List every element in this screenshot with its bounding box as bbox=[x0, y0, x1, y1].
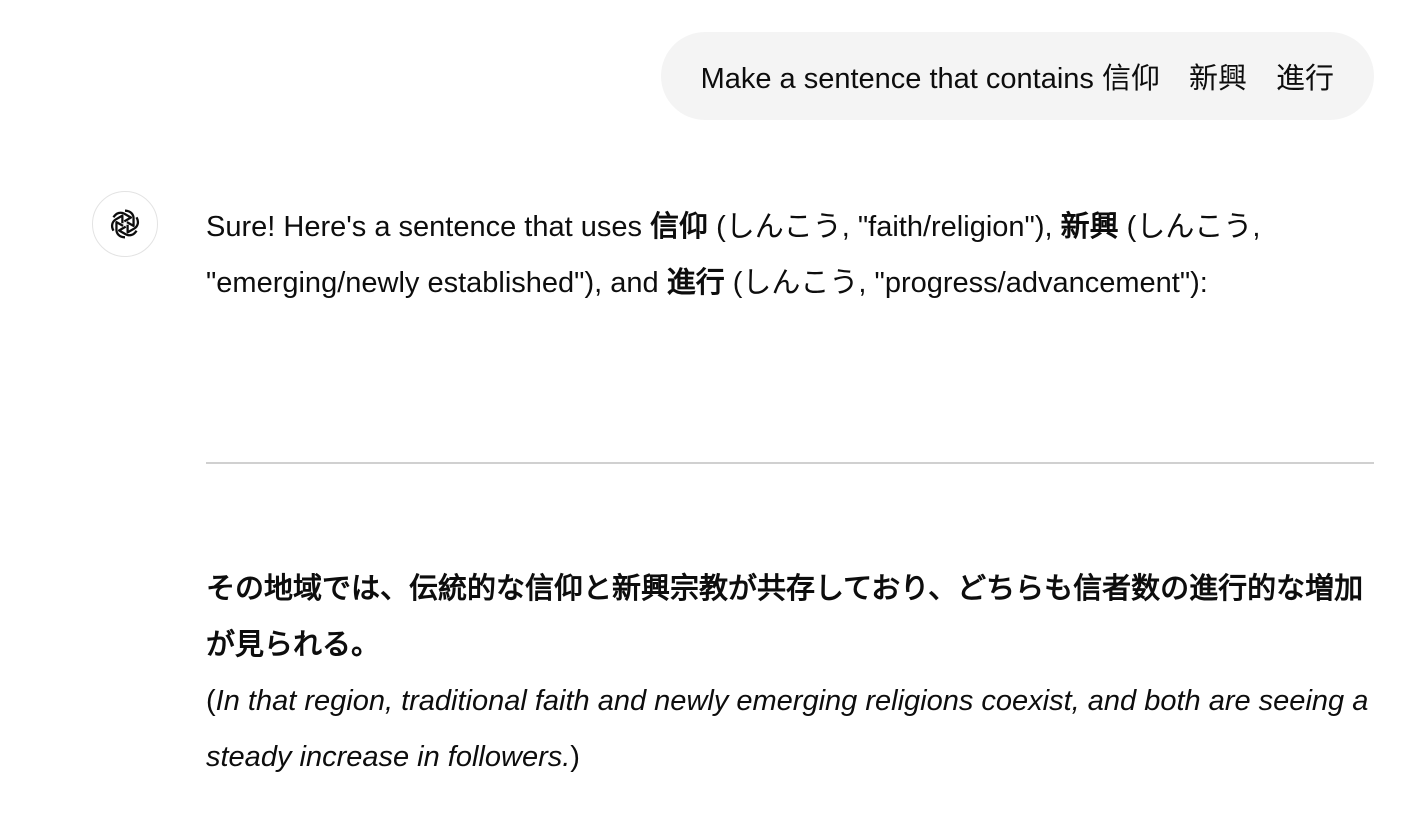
translation: (In that region, traditional faith and n… bbox=[206, 673, 1374, 785]
translation-open-paren: ( bbox=[206, 685, 216, 717]
intro-text: (しんこう, "faith/religion"), bbox=[708, 211, 1061, 243]
intro-word-shinkou-progress: 進行 bbox=[666, 267, 725, 299]
intro-text: Sure! Here's a sentence that uses bbox=[206, 211, 651, 243]
assistant-intro: Sure! Here's a sentence that uses 信仰 (しん… bbox=[206, 199, 1374, 311]
user-message-bubble: Make a sentence that contains 信仰 新興 進行 bbox=[660, 32, 1374, 120]
example-sentence: その地域では、伝統的な信仰と新興宗教が共存しており、どちらも信者数の進行的な増加… bbox=[206, 573, 1364, 661]
user-message-text: Make a sentence that contains 信仰 新興 進行 bbox=[700, 63, 1334, 95]
intro-text: (しんこう, "progress/advancement"): bbox=[724, 267, 1208, 299]
assistant-avatar bbox=[92, 191, 158, 257]
intro-word-shinkou-faith: 信仰 bbox=[650, 211, 709, 243]
openai-logo-icon bbox=[108, 208, 142, 240]
translation-text: In that region, traditional faith and ne… bbox=[206, 685, 1369, 773]
horizontal-divider bbox=[206, 462, 1374, 464]
assistant-message: Sure! Here's a sentence that uses 信仰 (しん… bbox=[206, 199, 1374, 311]
intro-word-shinkou-emerging: 新興 bbox=[1060, 211, 1119, 243]
translation-close-paren: ) bbox=[570, 741, 580, 773]
example-block: その地域では、伝統的な信仰と新興宗教が共存しており、どちらも信者数の進行的な増加… bbox=[206, 561, 1374, 785]
